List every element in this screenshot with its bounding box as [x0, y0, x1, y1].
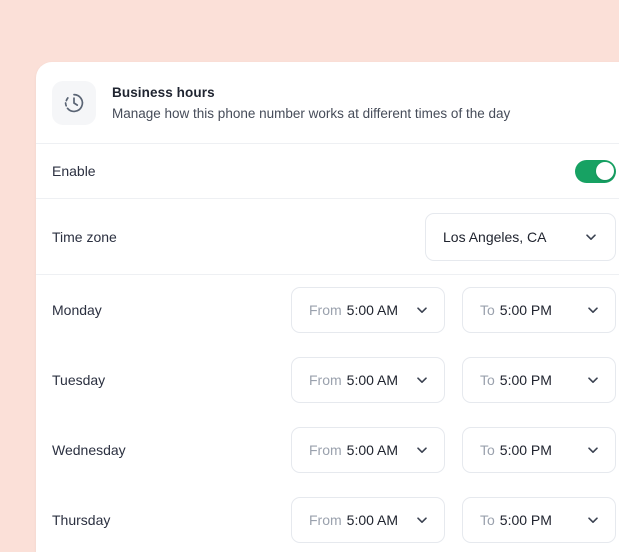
day-row-tuesday: Tuesday From 5:00 AM To 5:00 PM [36, 345, 619, 415]
timezone-select[interactable]: Los Angeles, CA [425, 212, 616, 261]
to-value-thursday: 5:00 PM [499, 512, 552, 528]
to-prefix-wednesday: To [480, 442, 495, 458]
from-prefix-thursday: From [309, 512, 342, 528]
from-time-select-thursday[interactable]: From 5:00 AM [291, 497, 445, 543]
enable-label: Enable [52, 163, 96, 179]
timezone-value: Los Angeles, CA [443, 228, 547, 245]
clock-icon [52, 80, 96, 125]
from-value-thursday: 5:00 AM [346, 512, 399, 528]
day-label-wednesday: Wednesday [52, 442, 126, 458]
from-time-select-tuesday[interactable]: From 5:00 AM [291, 357, 445, 403]
from-prefix-monday: From [309, 302, 342, 318]
day-row-thursday: Thursday From 5:00 AM To 5:00 PM [36, 485, 619, 552]
time-group-wednesday: From 5:00 AM To 5:00 PM [291, 427, 616, 473]
to-time-select-monday[interactable]: To 5:00 PM [462, 287, 616, 333]
from-time-select-wednesday[interactable]: From 5:00 AM [291, 427, 445, 473]
card-header: Business hours Manage how this phone num… [36, 62, 619, 143]
to-time-select-tuesday[interactable]: To 5:00 PM [462, 357, 616, 403]
timezone-row: Time zone Los Angeles, CA [36, 199, 619, 274]
enable-toggle[interactable] [575, 159, 616, 183]
timezone-label: Time zone [52, 228, 117, 245]
chevron-down-icon [414, 372, 430, 388]
time-group-thursday: From 5:00 AM To 5:00 PM [291, 497, 616, 543]
from-value-tuesday: 5:00 AM [346, 372, 399, 388]
from-prefix-wednesday: From [309, 442, 342, 458]
toggle-knob [595, 162, 614, 180]
chevron-down-icon [414, 512, 430, 528]
day-label-thursday: Thursday [52, 512, 111, 528]
chevron-down-icon [414, 302, 430, 318]
chevron-down-icon [414, 442, 430, 458]
page-subtitle: Manage how this phone number works at di… [112, 105, 511, 121]
header-text: Business hours Manage how this phone num… [112, 84, 510, 122]
to-prefix-tuesday: To [480, 372, 495, 388]
from-time-select-monday[interactable]: From 5:00 AM [291, 287, 445, 333]
from-value-wednesday: 5:00 AM [346, 442, 399, 458]
to-prefix-monday: To [480, 302, 495, 318]
to-prefix-thursday: To [480, 512, 495, 528]
time-group-monday: From 5:00 AM To 5:00 PM [291, 287, 616, 333]
to-time-select-wednesday[interactable]: To 5:00 PM [462, 427, 616, 473]
enable-row: Enable [36, 144, 619, 198]
day-label-monday: Monday [52, 302, 102, 318]
page-title: Business hours [112, 84, 215, 100]
chevron-down-icon [585, 372, 601, 388]
to-value-tuesday: 5:00 PM [499, 372, 552, 388]
chevron-down-icon [585, 512, 601, 528]
day-row-monday: Monday From 5:00 AM To 5:00 PM [36, 275, 619, 345]
day-label-tuesday: Tuesday [52, 372, 106, 388]
from-prefix-tuesday: From [309, 372, 342, 388]
to-value-wednesday: 5:00 PM [499, 442, 552, 458]
page-background: Business hours Manage how this phone num… [0, 0, 619, 552]
business-hours-card: Business hours Manage how this phone num… [36, 62, 619, 552]
to-time-select-thursday[interactable]: To 5:00 PM [462, 497, 616, 543]
from-value-monday: 5:00 AM [346, 302, 399, 318]
chevron-down-icon [585, 442, 601, 458]
day-row-wednesday: Wednesday From 5:00 AM To 5:00 PM [36, 415, 619, 485]
chevron-down-icon [583, 229, 599, 245]
chevron-down-icon [585, 302, 601, 318]
to-value-monday: 5:00 PM [499, 302, 552, 318]
time-group-tuesday: From 5:00 AM To 5:00 PM [291, 357, 616, 403]
